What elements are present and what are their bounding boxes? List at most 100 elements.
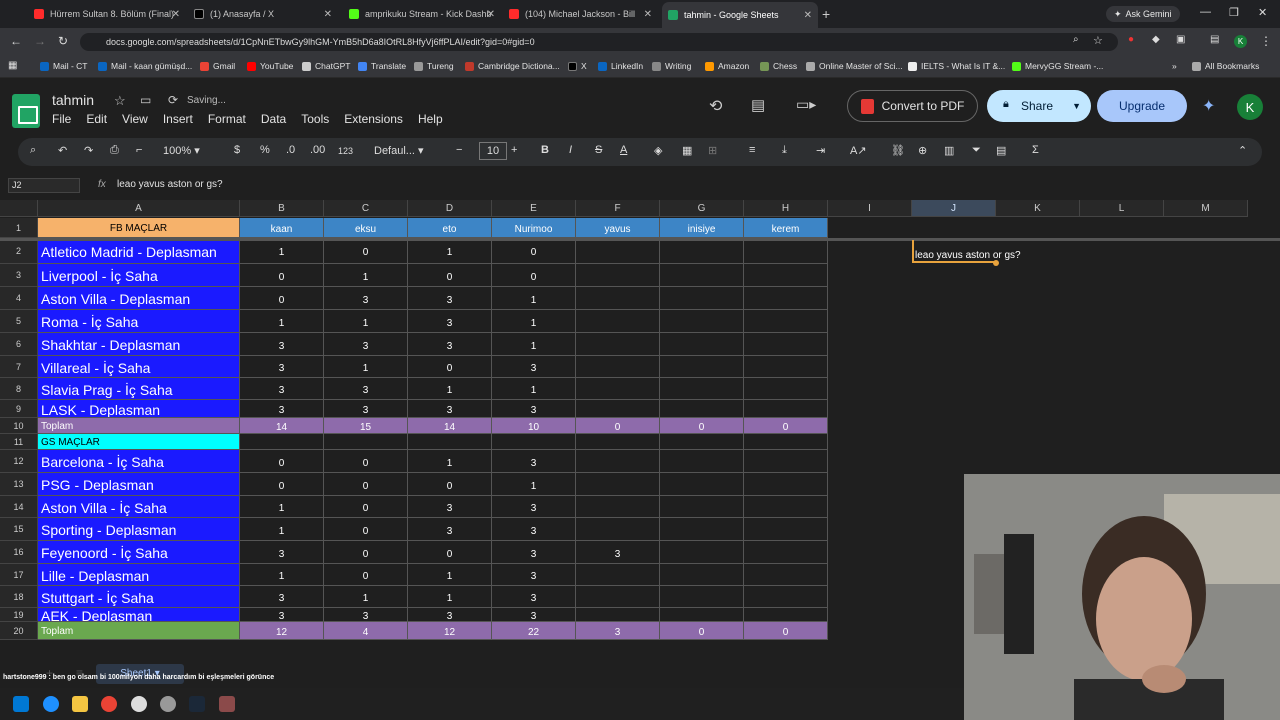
cell[interactable] (660, 586, 744, 608)
cell[interactable] (744, 264, 828, 287)
grid-corner[interactable] (0, 200, 38, 217)
strikethrough-button[interactable]: S (595, 144, 602, 156)
cell[interactable]: 3 (408, 496, 492, 518)
column-header-j[interactable]: J (912, 200, 996, 217)
cell[interactable]: 0 (324, 496, 408, 518)
upgrade-button[interactable]: Upgrade (1097, 90, 1187, 122)
cell[interactable]: Roma - İç Saha (38, 310, 240, 333)
browser-tab[interactable]: Hürrem Sultan 8. Bölüm (Final) ✕ (28, 4, 186, 24)
browser-tab[interactable]: amprikuku Stream - Kick Dashb ✕ (343, 4, 501, 24)
cell[interactable]: 0 (324, 518, 408, 541)
fill-handle[interactable] (993, 260, 999, 266)
bookmark-item[interactable]: Translate (358, 61, 406, 71)
cell[interactable]: 0 (744, 622, 828, 640)
app-icon[interactable] (219, 696, 235, 712)
column-header-h[interactable]: H (744, 200, 828, 217)
font-size-increase-icon[interactable]: + (511, 144, 517, 156)
fill-color-icon[interactable]: ◈ (654, 144, 662, 157)
cell[interactable]: 3 (408, 518, 492, 541)
cell[interactable] (576, 518, 660, 541)
cell[interactable] (744, 333, 828, 356)
cell[interactable]: 3 (324, 608, 408, 622)
row-header[interactable]: 6 (0, 333, 38, 356)
cell[interactable] (744, 400, 828, 418)
redo-icon[interactable]: ↷ (84, 144, 93, 157)
cell[interactable]: 0 (240, 450, 324, 473)
cell[interactable] (576, 356, 660, 378)
cell[interactable]: 12 (240, 622, 324, 640)
cell[interactable] (576, 564, 660, 586)
row-header[interactable]: 8 (0, 378, 38, 400)
cell[interactable]: 0 (408, 264, 492, 287)
cell[interactable] (744, 564, 828, 586)
cell[interactable]: 1 (408, 564, 492, 586)
cell[interactable]: LASK - Deplasman (38, 400, 240, 418)
percent-format-button[interactable]: % (260, 144, 270, 156)
cell[interactable]: 3 (492, 496, 576, 518)
extension-icon[interactable]: ● (1128, 34, 1134, 45)
cell[interactable] (576, 586, 660, 608)
cell[interactable] (744, 356, 828, 378)
cell[interactable]: Liverpool - İç Saha (38, 264, 240, 287)
column-header-i[interactable]: I (828, 200, 912, 217)
profile-avatar[interactable]: K (1234, 35, 1247, 48)
cell[interactable]: Aston Villa - İç Saha (38, 496, 240, 518)
cell[interactable]: 3 (240, 356, 324, 378)
zoom-select[interactable]: 100% ▾ (163, 144, 200, 157)
cell[interactable]: 3 (576, 541, 660, 564)
all-bookmarks[interactable]: All Bookmarks (1192, 61, 1259, 71)
cell[interactable]: 1 (492, 287, 576, 310)
cell[interactable]: FB MAÇLAR (38, 218, 240, 238)
move-folder-icon[interactable]: ▭ (140, 93, 151, 107)
cell[interactable]: 0 (660, 622, 744, 640)
cell[interactable]: Barcelona - İç Saha (38, 450, 240, 473)
browser-tab[interactable]: (1) Anasayfa / X ✕ (188, 4, 338, 24)
cell[interactable]: 3 (408, 333, 492, 356)
menu-data[interactable]: Data (261, 112, 286, 126)
row-header[interactable]: 4 (0, 287, 38, 310)
column-header-a[interactable]: A (38, 200, 240, 217)
cell[interactable]: inisiye (660, 218, 744, 238)
row-header[interactable]: 11 (0, 434, 38, 450)
cell[interactable] (744, 238, 828, 264)
row-header[interactable]: 1 (0, 218, 38, 238)
bookmark-item[interactable]: Writing (652, 61, 691, 71)
font-size-input[interactable]: 10 (479, 142, 507, 160)
menu-dots-icon[interactable]: ⋮ (1260, 34, 1272, 48)
cell[interactable] (576, 400, 660, 418)
cell[interactable]: 14 (240, 418, 324, 434)
column-header-f[interactable]: F (576, 200, 660, 217)
cell[interactable]: 1 (240, 310, 324, 333)
bookmark-item[interactable]: Chess (760, 61, 797, 71)
cell[interactable]: 3 (408, 608, 492, 622)
close-icon[interactable]: ✕ (324, 9, 332, 20)
bookmark-item[interactable]: ChatGPT (302, 61, 350, 71)
cell[interactable] (240, 434, 324, 450)
file-explorer-icon[interactable] (72, 696, 88, 712)
cell[interactable]: 3 (408, 310, 492, 333)
close-icon[interactable]: ✕ (644, 9, 652, 20)
steam-icon[interactable] (189, 696, 205, 712)
cell[interactable] (744, 378, 828, 400)
cell[interactable]: 3 (492, 518, 576, 541)
menu-file[interactable]: File (52, 112, 71, 126)
cell[interactable] (576, 434, 660, 450)
menu-insert[interactable]: Insert (163, 112, 193, 126)
cell[interactable]: 3 (240, 333, 324, 356)
cell[interactable]: PSG - Deplasman (38, 473, 240, 496)
align-icon[interactable]: ≡ (749, 144, 755, 156)
row-header[interactable]: 2 (0, 238, 38, 264)
cell[interactable]: 0 (660, 418, 744, 434)
sheets-logo-icon[interactable] (12, 94, 40, 128)
cell[interactable]: 1 (408, 450, 492, 473)
bookmark-item[interactable]: X (568, 61, 587, 71)
cell[interactable]: eto (408, 218, 492, 238)
cell[interactable]: 1 (408, 586, 492, 608)
cell[interactable] (576, 496, 660, 518)
number-format-button[interactable]: 123 (338, 146, 353, 156)
cell[interactable]: 3 (492, 608, 576, 622)
column-header-m[interactable]: M (1164, 200, 1248, 217)
apps-icon[interactable]: ▦ (8, 60, 17, 71)
chevron-right-icon[interactable]: » (1172, 61, 1177, 71)
star-icon[interactable]: ☆ (114, 93, 126, 109)
